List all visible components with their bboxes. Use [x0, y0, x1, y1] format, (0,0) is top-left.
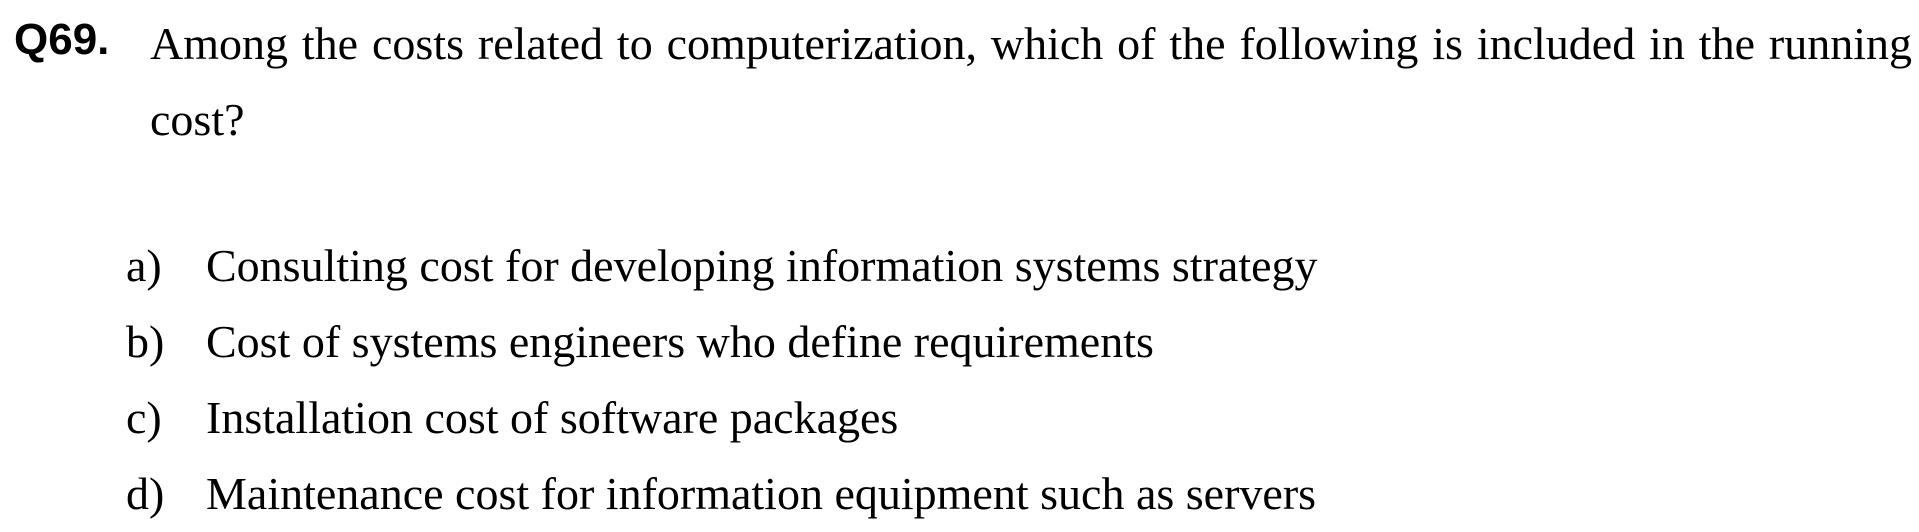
answer-options: a) Consulting cost for developing inform…: [126, 228, 1318, 532]
option-c: c) Installation cost of software package…: [126, 380, 1318, 456]
option-text: Maintenance cost for information equipme…: [206, 468, 1317, 519]
option-label: c): [126, 392, 162, 443]
option-label: d): [126, 468, 165, 519]
option-label: b): [126, 316, 165, 367]
question-number: Q69.: [14, 15, 110, 64]
option-text: Installation cost of software packages: [206, 392, 899, 443]
option-d: d) Maintenance cost for information equi…: [126, 456, 1318, 532]
option-b: b) Cost of systems engineers who define …: [126, 304, 1318, 380]
option-a: a) Consulting cost for developing inform…: [126, 228, 1318, 304]
option-text: Consulting cost for developing informati…: [206, 240, 1318, 291]
option-text: Cost of systems engineers who define req…: [206, 316, 1154, 367]
option-label: a): [126, 240, 162, 291]
question-text: Among the costs related to computerizati…: [150, 18, 1912, 145]
